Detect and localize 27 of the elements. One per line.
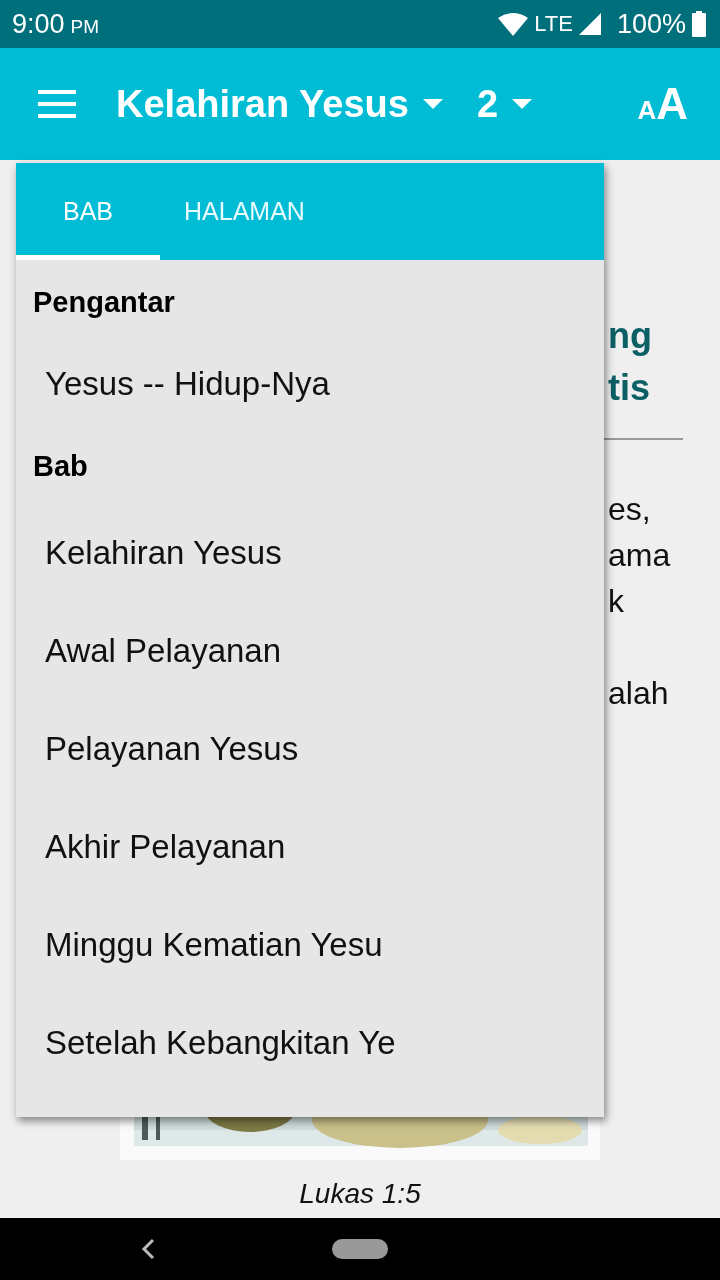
status-time: 9:00: [12, 8, 65, 40]
body-text: k: [608, 582, 625, 621]
chapter-item[interactable]: Awal Pelayanan: [33, 602, 587, 700]
signal-icon: [578, 13, 601, 35]
battery-icon: [692, 11, 706, 37]
chapter-item[interactable]: Minggu Kematian Yesu: [33, 896, 587, 994]
chapter-item[interactable]: Pelayanan Yesus: [33, 700, 587, 798]
page-heading: ng: [608, 314, 653, 358]
wifi-icon: [498, 12, 529, 36]
body-text: ama: [608, 536, 672, 575]
body-text: alah: [608, 674, 670, 713]
body-text: es,: [608, 490, 652, 529]
chapter-item[interactable]: Akhir Pelayanan: [33, 798, 587, 896]
network-label: LTE: [534, 11, 573, 37]
chapter-item[interactable]: Kelahiran Yesus: [33, 504, 587, 602]
section-heading: Pengantar: [33, 285, 176, 320]
caret-icon: [422, 99, 443, 109]
battery-percent: 100%: [616, 8, 686, 40]
home-button[interactable]: [332, 1239, 388, 1259]
status-ampm: PM: [70, 16, 100, 38]
verse-reference: Lukas 1:5: [298, 1178, 422, 1210]
back-icon[interactable]: [141, 1238, 155, 1260]
section-heading: Bab: [33, 449, 89, 484]
caret-icon: [512, 99, 533, 109]
chapter-item[interactable]: Setelah Kebangkitan Ye: [33, 994, 587, 1092]
page-heading: tis: [608, 366, 651, 410]
chapter-item[interactable]: Yesus -- Hidup-Nya: [33, 340, 587, 428]
